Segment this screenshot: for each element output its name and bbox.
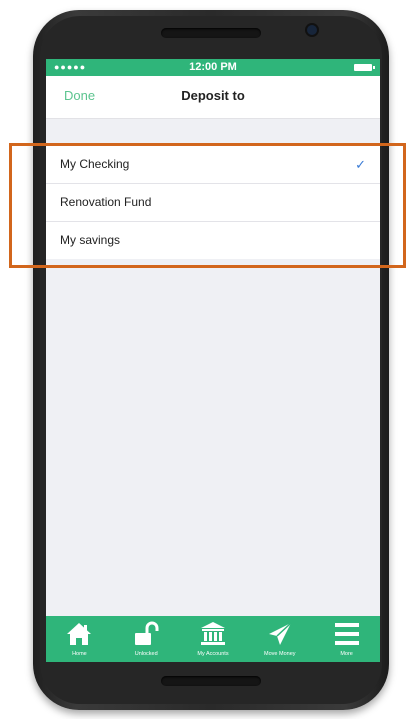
tab-label: More — [340, 651, 353, 657]
tab-move-money[interactable]: Move Money — [246, 616, 313, 662]
account-list: My Checking ✓ Renovation Fund My savings — [46, 146, 380, 259]
menu-icon — [334, 623, 359, 645]
tab-home[interactable]: Home — [46, 616, 113, 662]
account-name: My savings — [60, 233, 121, 247]
account-item-my-checking[interactable]: My Checking ✓ — [46, 146, 380, 184]
tab-label: Unlocked — [134, 651, 158, 657]
battery-icon — [354, 64, 375, 71]
account-name: Renovation Fund — [60, 195, 152, 209]
bank-icon — [200, 622, 225, 645]
tab-more[interactable]: More — [313, 616, 380, 662]
page-title: Deposit to — [181, 88, 245, 103]
account-item-my-savings[interactable]: My savings — [46, 222, 380, 259]
bottom-speaker — [161, 676, 261, 686]
tab-my-accounts[interactable]: My Accounts — [180, 616, 247, 662]
tab-label: Move Money — [264, 651, 296, 657]
send-icon — [268, 622, 292, 645]
account-name: My Checking — [60, 157, 130, 171]
front-camera — [307, 25, 317, 35]
unlocked-icon — [135, 621, 159, 645]
tab-unlocked[interactable]: Unlocked — [113, 616, 180, 662]
phone-screen: ●●●●● 12:00 PM Done Deposit to My Checki… — [46, 59, 380, 662]
tab-bar: Home Unlocked My Accounts Move Money Mor… — [46, 616, 380, 662]
navigation-bar: Done Deposit to — [46, 76, 380, 119]
checkmark-icon: ✓ — [355, 157, 366, 172]
status-time: 12:00 PM — [189, 61, 237, 73]
status-bar: ●●●●● 12:00 PM — [46, 59, 380, 76]
account-item-renovation-fund[interactable]: Renovation Fund — [46, 184, 380, 222]
home-icon — [67, 623, 92, 645]
earpiece-speaker — [161, 28, 261, 38]
tab-label: Home — [72, 651, 87, 657]
tab-label: My Accounts — [197, 651, 229, 657]
